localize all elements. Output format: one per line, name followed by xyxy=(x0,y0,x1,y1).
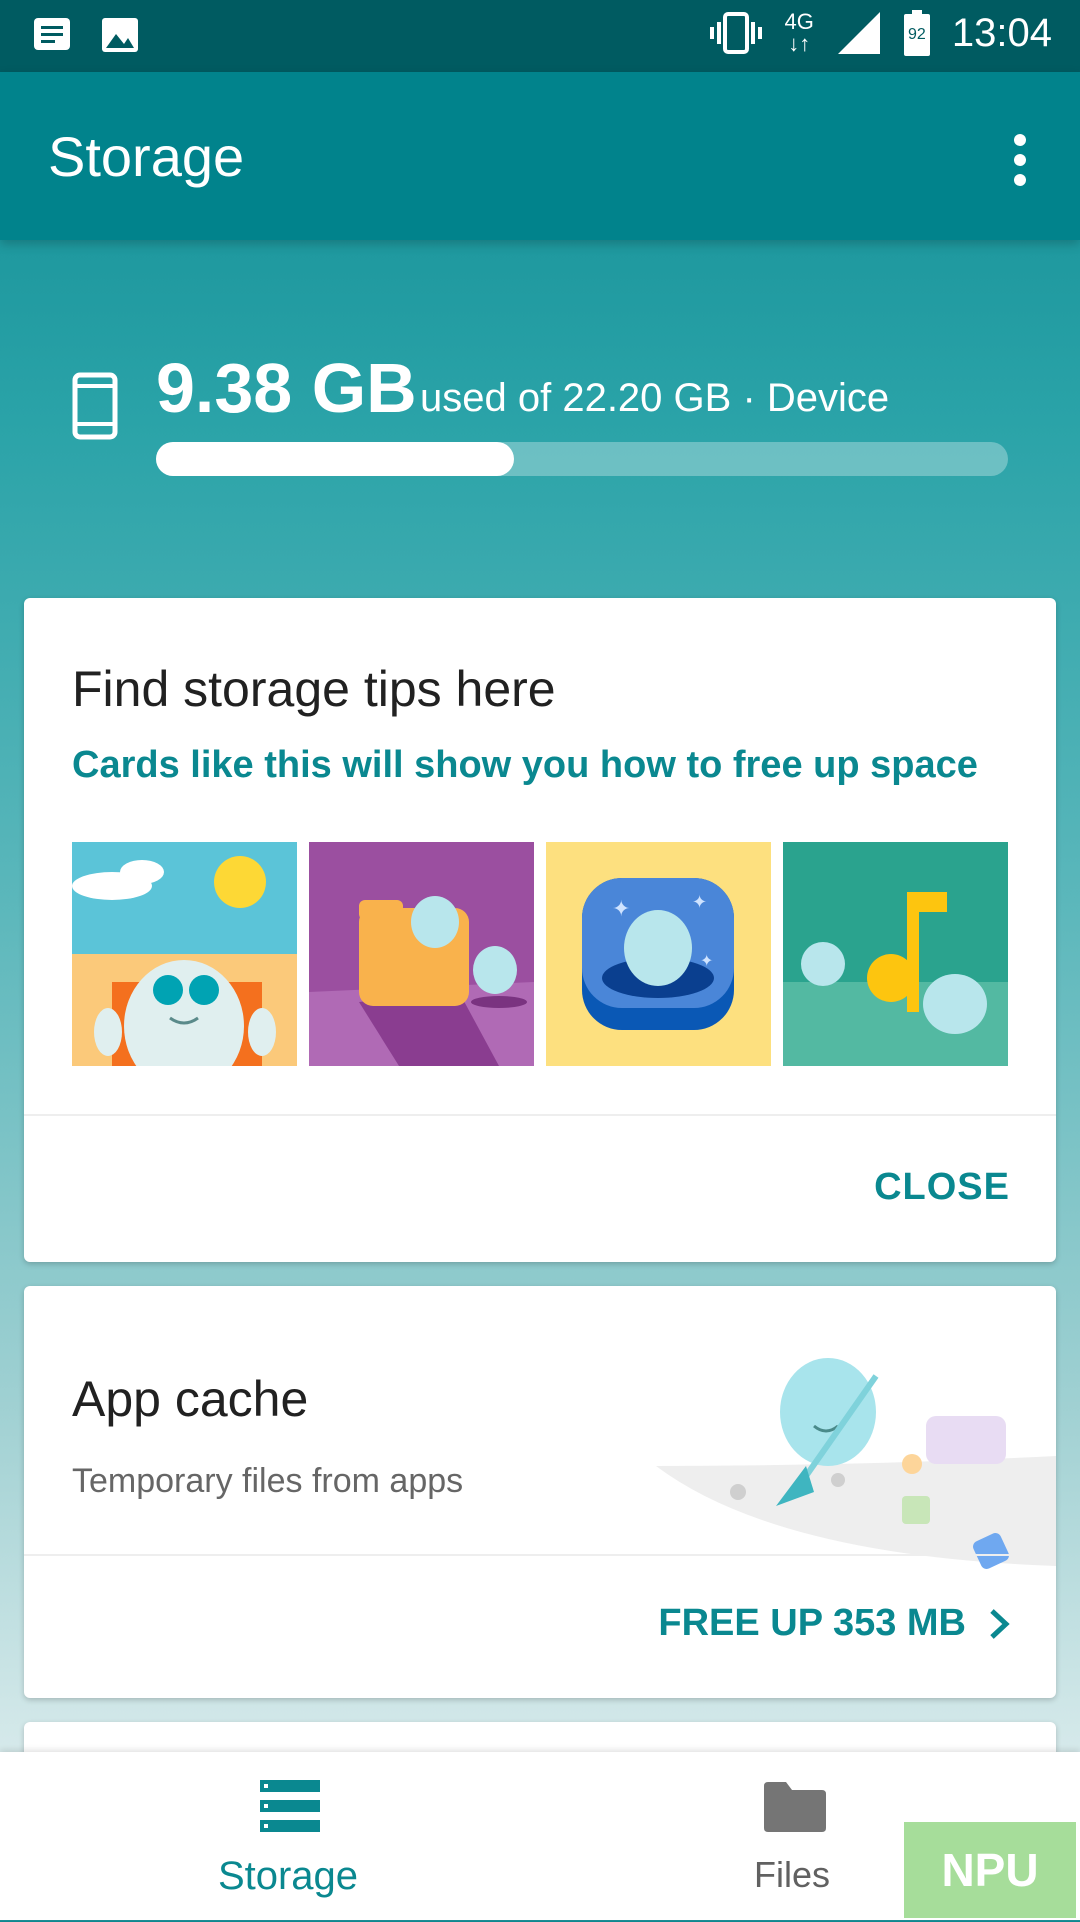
battery-level: 92 xyxy=(907,26,926,43)
storage-icon xyxy=(260,1780,320,1832)
nav-storage-label: Storage xyxy=(217,1854,359,1898)
page-title: Storage xyxy=(48,125,245,188)
storage-progress-bar xyxy=(156,442,1008,476)
cache-card-title: App cache xyxy=(72,1371,309,1427)
tips-card-title: Find storage tips here xyxy=(72,661,556,717)
sweeping-illustration xyxy=(656,1316,1056,1586)
app-bar: Storage xyxy=(0,72,1080,240)
notification-news-icon xyxy=(34,18,70,50)
close-button[interactable]: CLOSE xyxy=(874,1166,1010,1209)
overflow-menu-button[interactable] xyxy=(1000,130,1040,190)
card-divider xyxy=(24,1114,1056,1116)
nav-files-label: Files xyxy=(753,1854,830,1895)
total-storage-text: used of 22.20 GB · Device xyxy=(420,376,890,420)
cache-card-description: Temporary files from apps xyxy=(72,1462,464,1500)
clock: 13:04 xyxy=(951,10,1052,55)
storage-tips-card: Find storage tips here Cards like this w… xyxy=(24,598,1056,1262)
status-bar: 4G ↓↑ 92 13:04 xyxy=(0,0,1080,72)
svg-text:✦: ✦ xyxy=(612,897,630,922)
svg-text:✦: ✦ xyxy=(700,951,713,970)
vibrate-icon xyxy=(709,12,762,54)
music-illustration xyxy=(783,842,1008,1066)
free-up-button[interactable]: FREE UP 353 MB xyxy=(658,1602,1010,1645)
more-vert-icon xyxy=(1014,134,1026,186)
folder-icon xyxy=(764,1782,826,1832)
svg-text:✦: ✦ xyxy=(692,892,707,913)
nav-tab-files[interactable]: Files xyxy=(642,1752,942,1920)
network-type-indicator: 4G ↓↑ xyxy=(784,9,814,56)
storage-summary: 9.38 GB used of 22.20 GB · Device xyxy=(0,240,1080,600)
storage-progress-fill xyxy=(156,442,514,476)
beach-illustration xyxy=(72,842,297,1066)
chevron-right-icon xyxy=(990,1608,1010,1639)
battery-icon: 92 xyxy=(903,10,930,56)
app-illustration: ✦ ✦ ✦ xyxy=(546,842,771,1066)
folder-illustration xyxy=(309,842,534,1066)
card-divider xyxy=(24,1554,1056,1556)
tips-card-subtitle: Cards like this will show you how to fre… xyxy=(72,744,978,786)
watermark-text: NPU xyxy=(941,1844,1038,1896)
phone-icon xyxy=(72,372,118,440)
signal-icon xyxy=(837,12,880,54)
used-storage-amount: 9.38 GB xyxy=(156,349,417,427)
nav-tab-storage[interactable]: Storage xyxy=(138,1752,438,1920)
notification-image-icon xyxy=(102,18,138,52)
tips-illustrations: ✦ ✦ ✦ xyxy=(72,842,1008,1066)
app-cache-card[interactable]: App cache Temporary files from apps FREE… xyxy=(24,1286,1056,1698)
watermark-logo: NPU xyxy=(904,1822,1076,1918)
free-up-label: FREE UP 353 MB xyxy=(658,1602,966,1644)
